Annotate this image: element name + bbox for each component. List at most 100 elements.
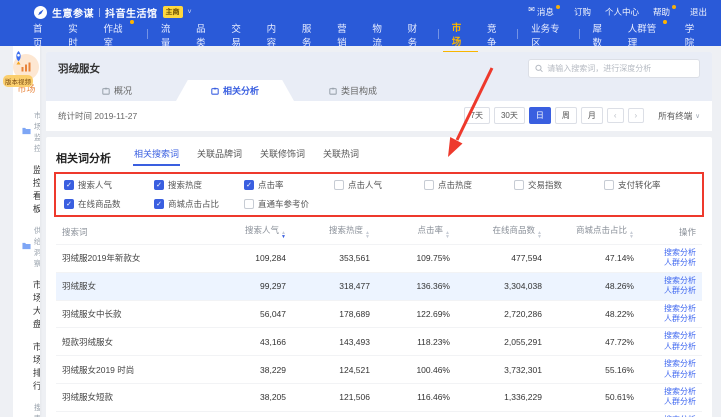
- column-header-label: 操作: [679, 227, 696, 237]
- column-header-click-rate[interactable]: 点击率▲▼: [376, 219, 456, 245]
- terminal-filter[interactable]: 所有终端∨: [658, 110, 700, 122]
- sort-icon: ▲▼: [537, 231, 542, 239]
- checkbox-trade-index[interactable]: [514, 180, 524, 190]
- range-button-7d[interactable]: 7天: [464, 107, 490, 124]
- value-cell: 45.62%: [548, 411, 640, 417]
- value-cell: 3,304,038: [456, 272, 548, 300]
- range-button-month[interactable]: 月: [581, 107, 603, 124]
- checkbox-mall-click-ratio[interactable]: ✓: [154, 199, 164, 209]
- metric-online-products[interactable]: ✓在线商品数: [64, 198, 154, 210]
- value-cell: 2,720,286: [456, 300, 548, 328]
- prev-button[interactable]: ‹: [607, 108, 624, 123]
- value-cell: 88.79%: [376, 411, 456, 417]
- metric-pay-conversion[interactable]: 支付转化率: [604, 179, 694, 191]
- column-header-online-products[interactable]: 在线商品数▲▼: [456, 219, 548, 245]
- divider: [147, 29, 148, 39]
- sidebar-item-monitor-board[interactable]: 监控看板: [13, 158, 40, 220]
- column-header-mall-click-ratio[interactable]: 商城点击占比▲▼: [548, 219, 640, 245]
- crowd-analysis-link[interactable]: 人群分析: [646, 397, 696, 407]
- search-analysis-link[interactable]: 搜索分析: [646, 331, 696, 341]
- notification-dot: [130, 20, 134, 24]
- metric-mall-click-ratio[interactable]: ✓商城点击占比: [154, 198, 244, 210]
- crowd-analysis-link[interactable]: 人群分析: [646, 370, 696, 380]
- sidebar-menu: 市场监控监控看板供给洞察市场大盘市场排行搜索洞察搜索排行搜索分析搜索人群客群洞察…: [13, 105, 40, 417]
- notification-dot: [556, 5, 560, 9]
- checkbox-search-heat[interactable]: ✓: [154, 180, 164, 190]
- checkbox-click-popularity[interactable]: [334, 180, 344, 190]
- nav-item-label: 品类: [196, 21, 213, 49]
- subtab-related-brand-words[interactable]: 关联品牌词: [196, 144, 243, 166]
- metric-zhitongche-ref-price[interactable]: 直通车参考价: [244, 198, 334, 210]
- checkbox-pay-conversion[interactable]: [604, 180, 614, 190]
- column-header-search-heat[interactable]: 搜索热度▲▼: [292, 219, 376, 245]
- nav-item-label: 交易: [231, 21, 248, 49]
- column-header-actions: 操作: [640, 219, 702, 245]
- checkbox-online-products[interactable]: ✓: [64, 199, 74, 209]
- metric-trade-index[interactable]: 交易指数: [514, 179, 604, 191]
- value-cell: 136.36%: [376, 272, 456, 300]
- metric-label: 点击人气: [348, 179, 382, 191]
- sort-down-icon: ▼: [365, 235, 370, 239]
- value-cell: 2,366: [456, 411, 548, 417]
- metric-search-popularity[interactable]: ✓搜索人气: [64, 179, 154, 191]
- metric-click-heat[interactable]: 点击热度: [424, 179, 514, 191]
- range-button-day[interactable]: 日: [529, 107, 551, 124]
- keywords-table: 搜索词 搜索人气▲▼搜索热度▲▼点击率▲▼在线商品数▲▼商城点击占比▲▼ 操作 羽绒…: [56, 219, 702, 417]
- keyword-cell: 羽绒服女短款: [56, 383, 208, 411]
- search-input[interactable]: [547, 64, 693, 73]
- sidebar-group-market-monitor[interactable]: 市场监控: [13, 105, 40, 158]
- sidebar-group-supply-insight[interactable]: 供给洞察: [13, 220, 40, 273]
- checkbox-click-heat[interactable]: [424, 180, 434, 190]
- tab-category-composition[interactable]: 类目构成: [294, 80, 412, 101]
- nav-item-label: 犀数: [593, 21, 610, 49]
- nav-item-label: 业务专区: [531, 21, 565, 49]
- value-cell: 48.22%: [548, 300, 640, 328]
- crowd-analysis-link[interactable]: 人群分析: [646, 286, 696, 296]
- search-analysis-link[interactable]: 搜索分析: [646, 248, 696, 258]
- nav-item-label: 实时: [68, 21, 85, 49]
- value-cell: 143,493: [292, 328, 376, 356]
- search-analysis-link[interactable]: 搜索分析: [646, 276, 696, 286]
- page-title: 羽绒服女: [58, 61, 100, 76]
- divider: [99, 8, 100, 17]
- sidebar-item-market-overview[interactable]: 市场大盘: [13, 273, 40, 335]
- column-header-search-popularity[interactable]: 搜索人气▲▼: [208, 219, 292, 245]
- metric-checkbox-group: ✓搜索人气✓搜索热度✓点击率点击人气点击热度交易指数支付转化率✓在线商品数✓商城…: [58, 174, 700, 215]
- range-button-week[interactable]: 周: [555, 107, 577, 124]
- crowd-analysis-link[interactable]: 人群分析: [646, 342, 696, 352]
- value-cell: 124,521: [292, 356, 376, 384]
- actions-cell: 搜索分析人群分析: [640, 328, 702, 356]
- sort-icon: ▲▼: [365, 231, 370, 239]
- subtab-related-modifier-words[interactable]: 关联修饰词: [259, 144, 306, 166]
- metric-search-heat[interactable]: ✓搜索热度: [154, 179, 244, 191]
- tab-related-analysis[interactable]: 相关分析: [176, 80, 294, 101]
- value-cell: 353,561: [292, 245, 376, 273]
- tab-overview[interactable]: 概况: [58, 80, 176, 101]
- table-row: 羽绒服女99,297318,477136.36%3,304,03848.26%搜…: [56, 272, 702, 300]
- range-button-30d[interactable]: 30天: [494, 107, 525, 124]
- crowd-analysis-link[interactable]: 人群分析: [646, 314, 696, 324]
- checkbox-search-popularity[interactable]: ✓: [64, 180, 74, 190]
- column-header-label: 搜索词: [62, 227, 88, 237]
- version-video-widget[interactable]: 版本视频: [3, 50, 33, 89]
- checkbox-zhitongche-ref-price[interactable]: [244, 199, 254, 209]
- next-button[interactable]: ›: [628, 108, 645, 123]
- search-analysis-link[interactable]: 搜索分析: [646, 387, 696, 397]
- sidebar-item-market-rank[interactable]: 市场排行: [13, 335, 40, 397]
- metric-click-rate[interactable]: ✓ 点击率: [244, 179, 334, 191]
- value-cell: 47.72%: [548, 328, 640, 356]
- value-cell: 2,055,291: [456, 328, 548, 356]
- search-analysis-link[interactable]: 搜索分析: [646, 359, 696, 369]
- metric-label: 点击率: [258, 179, 284, 191]
- crowd-analysis-link[interactable]: 人群分析: [646, 258, 696, 268]
- subtab-related-hot-words[interactable]: 关联热词: [322, 144, 360, 166]
- sidebar-group-search-insight[interactable]: 搜索洞察: [13, 397, 40, 417]
- nav-item-label: 内容: [267, 21, 284, 49]
- sort-icon: ▲▼: [445, 231, 450, 239]
- value-cell: 178,689: [292, 300, 376, 328]
- metric-click-popularity[interactable]: 点击人气: [334, 179, 424, 191]
- chevron-down-icon: ˅: [188, 9, 192, 16]
- checkbox-click-rate[interactable]: ✓: [244, 180, 254, 190]
- search-analysis-link[interactable]: 搜索分析: [646, 304, 696, 314]
- subtab-related-search-words[interactable]: 相关搜索词: [133, 144, 180, 166]
